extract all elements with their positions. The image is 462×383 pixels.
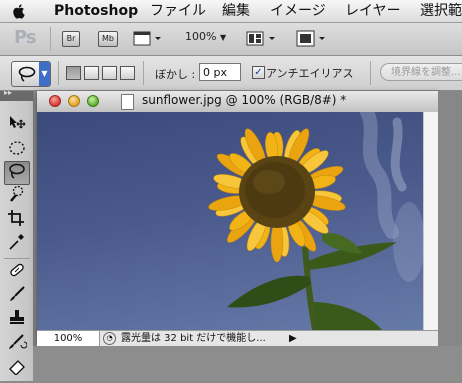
arrange-documents-button[interactable] [246,31,276,50]
image-canvas[interactable] [37,112,423,330]
menu-edit[interactable]: 編集 [222,0,250,22]
history-brush-icon [9,334,28,349]
divider [370,61,371,85]
document-title: sunflower.jpg @ 100% (RGB/8#) * [142,93,347,107]
menu-select[interactable]: 選択範囲 [420,0,462,22]
status-menu-arrow-icon[interactable]: ▶ [289,333,297,344]
tools-panel: ▸▸ [0,88,34,381]
launch-mini-bridge-button[interactable]: Mb [98,31,118,47]
new-selection-mode-button[interactable] [66,66,81,80]
screen-mode-button[interactable] [296,30,326,51]
spot-healing-tool-button[interactable] [4,261,30,285]
zoom-level-value: 100% [185,30,217,43]
divider [50,27,51,51]
document-status-bar: 100% ◔ 露光量は 32 bit だけで機能し... ▶ [37,330,438,346]
stamp-icon [10,310,24,324]
app-menu[interactable]: Photoshop [54,0,138,22]
leaf [313,302,382,330]
divider [58,61,59,85]
feather-input[interactable]: 0 px [199,63,241,81]
document-window: sunflower.jpg @ 100% (RGB/8#) * 100% ◔ 露… [37,91,439,346]
cloud-wisps [360,112,423,282]
options-bar: ▼ ぼかし : 0 px ✓ アンチエイリアス 境界線を調整... [0,56,462,91]
clone-stamp-tool-button[interactable] [4,309,30,333]
launch-bridge-button[interactable]: Br [62,31,80,47]
lasso-icon [18,66,36,82]
status-info-icon[interactable]: ◔ [103,332,116,345]
brush-tool-button[interactable] [4,285,30,309]
marquee-tool-button[interactable] [4,139,30,163]
move-tool-button[interactable] [4,114,30,138]
close-window-button[interactable] [49,95,61,107]
divider [4,258,30,259]
lasso-tool-button[interactable] [4,161,30,185]
status-message: 露光量は 32 bit だけで機能し... [121,333,266,344]
menu-layer[interactable]: レイヤー [345,0,401,22]
photoshop-logo: Ps [14,27,37,48]
eraser-icon [9,360,25,376]
chevron-down-icon: ▼ [39,62,50,86]
crop-tool-button[interactable] [4,209,30,233]
collapse-panel-icon: ▸▸ [4,88,13,97]
anti-alias-checkbox[interactable]: ✓ [252,66,265,79]
eyedropper-tool-button[interactable] [4,233,30,257]
leaf [227,275,311,308]
history-brush-tool-button[interactable] [4,333,30,357]
document-icon [121,94,134,110]
healing-brush-icon [10,263,24,277]
eraser-tool-button[interactable] [4,357,30,381]
view-extras-button[interactable] [133,31,161,50]
chevron-down-icon: ▼ [219,33,227,42]
zoom-level-dropdown[interactable]: 100% ▼ [185,30,226,43]
menu-file[interactable]: ファイル [150,0,206,22]
brush-icon [10,286,25,301]
quick-selection-tool-button[interactable] [4,185,30,209]
divider [143,61,144,85]
document-title-bar[interactable]: sunflower.jpg @ 100% (RGB/8#) * [37,91,438,113]
menu-bar: Photoshop ファイル 編集 イメージ レイヤー 選択範囲 [0,0,462,23]
eyedropper-icon [9,234,24,250]
anti-alias-label: アンチエイリアス [266,67,354,80]
quick-selection-icon [10,185,24,202]
apple-menu-icon[interactable] [13,0,26,22]
feather-label: ぼかし : [155,68,196,81]
subtract-from-selection-mode-button[interactable] [102,66,117,80]
add-to-selection-mode-button[interactable] [84,66,99,80]
workspace-background [438,91,462,346]
move-icon [10,116,26,129]
status-zoom-field[interactable]: 100% [37,331,100,346]
menu-image[interactable]: イメージ [270,0,326,22]
zoom-window-button[interactable] [87,95,99,107]
tool-preset-picker[interactable]: ▼ [11,61,51,87]
tools-panel-header[interactable]: ▸▸ [0,88,33,101]
sunflower-photo [208,112,423,330]
crop-icon [8,210,24,226]
minimize-window-button[interactable] [68,95,80,107]
elliptical-marquee-icon [9,141,25,155]
lasso-icon [9,163,25,179]
workspace-background [33,346,462,381]
vertical-scrollbar[interactable] [423,112,439,330]
intersect-selection-mode-button[interactable] [120,66,135,80]
refine-edge-button[interactable]: 境界線を調整... [380,63,462,81]
application-bar: Ps Br Mb 100% ▼ [0,23,462,56]
